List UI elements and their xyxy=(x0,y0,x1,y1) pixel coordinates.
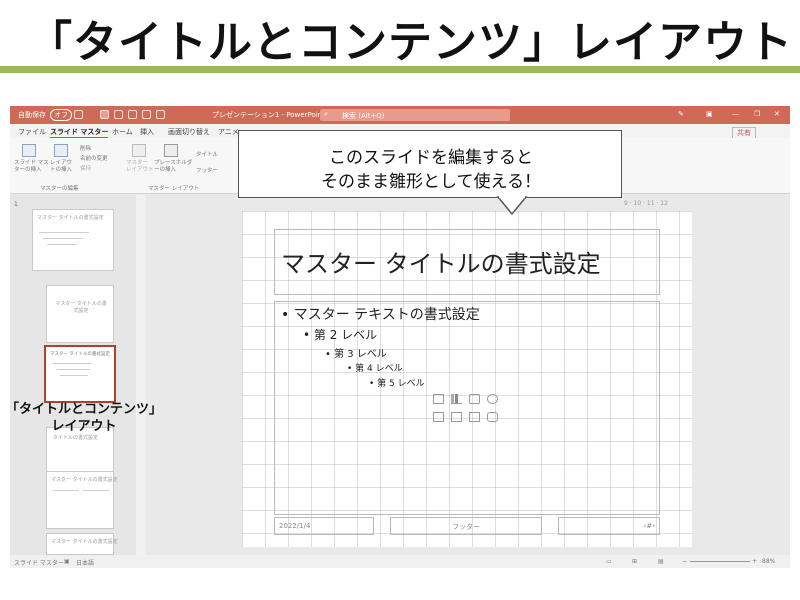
ruler: 9 · 10 · 11 · 12 xyxy=(624,200,668,207)
shape-icon[interactable] xyxy=(142,110,151,119)
preserve-button[interactable]: 保持 xyxy=(80,164,91,172)
status-view: スライド マスター xyxy=(14,560,64,567)
align-icon[interactable] xyxy=(128,110,137,119)
callout-line-1: このスライドを編集すると xyxy=(329,148,533,168)
smartart-icon[interactable] xyxy=(469,394,480,404)
thumbnail-pane: 1 マスター タイトルの書式設定 マスター タイトルの書式設定 マスター タイト… xyxy=(10,195,136,555)
tab-animations[interactable]: アニメ xyxy=(218,127,239,137)
title-placeholder[interactable]: マスター タイトルの書式設定 xyxy=(274,229,660,295)
group-edit-label: マスターの編集 xyxy=(40,186,79,192)
thumb-title: マスター タイトルの書式設定 xyxy=(37,215,104,221)
save-icon[interactable] xyxy=(74,110,83,119)
master-layout-icon[interactable] xyxy=(132,144,146,157)
tab-file[interactable]: ファイル xyxy=(18,127,46,137)
document-title: プレゼンテーション1 - PowerPoint xyxy=(212,111,325,119)
master-layout-button[interactable]: マスター レイアウト xyxy=(126,160,154,174)
zoom-slider[interactable] xyxy=(690,561,750,562)
footer-placeholder[interactable]: フッター xyxy=(390,517,542,535)
master-thumbnail[interactable]: マスター タイトルの書式設定 xyxy=(32,209,114,271)
thumbnail-scrollbar[interactable] xyxy=(136,195,146,555)
insert-placeholder-button[interactable]: プレースホルダーの挿入 xyxy=(154,160,194,174)
status-language[interactable]: 日本語 xyxy=(76,558,94,567)
zoom-level[interactable]: 88% xyxy=(762,558,775,565)
slide-number: 1 xyxy=(14,201,18,208)
tab-insert[interactable]: 挿入 xyxy=(140,127,154,137)
date-placeholder[interactable]: 2022/1/4 xyxy=(274,517,374,535)
date-text[interactable]: 2022/1/4 xyxy=(279,522,310,530)
search-box[interactable]: ⌕ 検索 (Alt+Q) xyxy=(320,109,510,121)
minimize-icon[interactable]: — xyxy=(732,110,739,118)
content-placeholder[interactable]: • マスター テキストの書式設定 • 第 2 レベル • 第 3 レベル • 第… xyxy=(274,301,660,515)
close-icon[interactable]: ✕ xyxy=(774,110,780,118)
reading-view-icon[interactable]: ▤ xyxy=(658,558,664,565)
ribbon-display-icon[interactable]: ▣ xyxy=(706,110,713,118)
page-number-text[interactable]: ‹#› xyxy=(644,522,655,530)
accessibility-icon[interactable]: ▣ xyxy=(64,558,70,565)
title-bar: 自動保存 オフ プレゼンテーション1 - PowerPoint ⌕ 検索 (Al… xyxy=(10,106,790,124)
layout-thumbnail-title[interactable]: マスター タイトルの書式設定 xyxy=(46,285,114,343)
group-layout-label: マスター レイアウト xyxy=(148,186,200,192)
level-5[interactable]: • 第 5 レベル xyxy=(369,376,425,389)
level-3[interactable]: • 第 3 レベル xyxy=(325,345,387,360)
grid-icon[interactable] xyxy=(114,110,123,119)
callout-tail xyxy=(496,196,528,216)
autosave-label: 自動保存 xyxy=(18,111,46,119)
footer-checkbox[interactable]: フッター xyxy=(196,166,218,174)
table-icon[interactable] xyxy=(433,394,444,404)
level-4[interactable]: • 第 4 レベル xyxy=(347,361,403,374)
chart-icon[interactable] xyxy=(451,394,462,404)
level-2[interactable]: • 第 2 レベル xyxy=(303,326,377,343)
status-bar: スライド マスター ▣ 日本語 ▭ ⊞ ▤ − + 88% xyxy=(10,555,790,568)
page-number-placeholder[interactable]: ‹#› xyxy=(558,517,660,535)
sorter-view-icon[interactable]: ⊞ xyxy=(632,558,637,565)
search-icon: ⌕ xyxy=(324,110,328,118)
normal-view-icon[interactable]: ▭ xyxy=(606,558,612,565)
3d-model-icon[interactable] xyxy=(487,394,498,404)
layout-thumbnail-6[interactable]: マスター タイトルの書式設定 xyxy=(46,533,118,555)
insert-layout-icon[interactable] xyxy=(54,144,68,157)
video-icon[interactable] xyxy=(469,412,480,422)
insert-master-icon[interactable] xyxy=(22,144,36,157)
insert-placeholder-icon[interactable] xyxy=(164,144,178,157)
picture-icon[interactable] xyxy=(433,412,444,422)
page-title: 「タイトルとコンテンツ」レイアウト xyxy=(28,17,793,68)
layout-label: 「タイトルとコンテンツ」 レイアウト xyxy=(5,402,162,434)
level-1[interactable]: • マスター テキストの書式設定 xyxy=(281,304,480,324)
insert-layout-button[interactable]: レイアウトの挿入 xyxy=(50,160,74,174)
tab-transitions[interactable]: 画面切り替え xyxy=(168,127,210,137)
rename-button[interactable]: 名前の変更 xyxy=(80,154,108,162)
more-icon[interactable] xyxy=(156,110,165,119)
footer-text[interactable]: フッター xyxy=(391,522,541,532)
slide-title[interactable]: マスター タイトルの書式設定 xyxy=(281,244,601,279)
tab-home[interactable]: ホーム xyxy=(112,127,133,137)
zoom-out-icon[interactable]: − xyxy=(682,558,687,565)
search-input[interactable]: 検索 (Alt+Q) xyxy=(342,111,385,121)
layout-thumbnail-5[interactable]: マスター タイトルの書式設定 xyxy=(46,471,118,529)
maximize-icon[interactable]: ❐ xyxy=(754,110,760,118)
title-underline xyxy=(0,66,800,73)
slide-icon[interactable] xyxy=(100,110,109,119)
zoom-in-icon[interactable]: + xyxy=(752,558,757,565)
pen-icon[interactable]: ✎ xyxy=(678,110,684,118)
layout-thumbnail-selected[interactable]: マスター タイトルの書式設定 xyxy=(44,345,116,403)
icons-icon[interactable] xyxy=(487,412,498,422)
insert-master-button[interactable]: スライド マスターの挿入 xyxy=(14,160,54,174)
slide-canvas: 9 · 10 · 11 · 12 マスター タイトルの書式設定 • マスター テ… xyxy=(146,195,790,555)
slide[interactable]: マスター タイトルの書式設定 • マスター テキストの書式設定 • 第 2 レベ… xyxy=(242,211,692,547)
callout-line-2: そのまま雛形として使える！ xyxy=(321,172,541,192)
autosave-toggle[interactable]: オフ xyxy=(50,109,72,121)
title-checkbox[interactable]: タイトル xyxy=(196,150,218,158)
online-picture-icon[interactable] xyxy=(451,412,462,422)
callout: このスライドを編集すると そのまま雛形として使える！ xyxy=(238,130,622,198)
delete-button[interactable]: 削除 xyxy=(80,144,91,152)
